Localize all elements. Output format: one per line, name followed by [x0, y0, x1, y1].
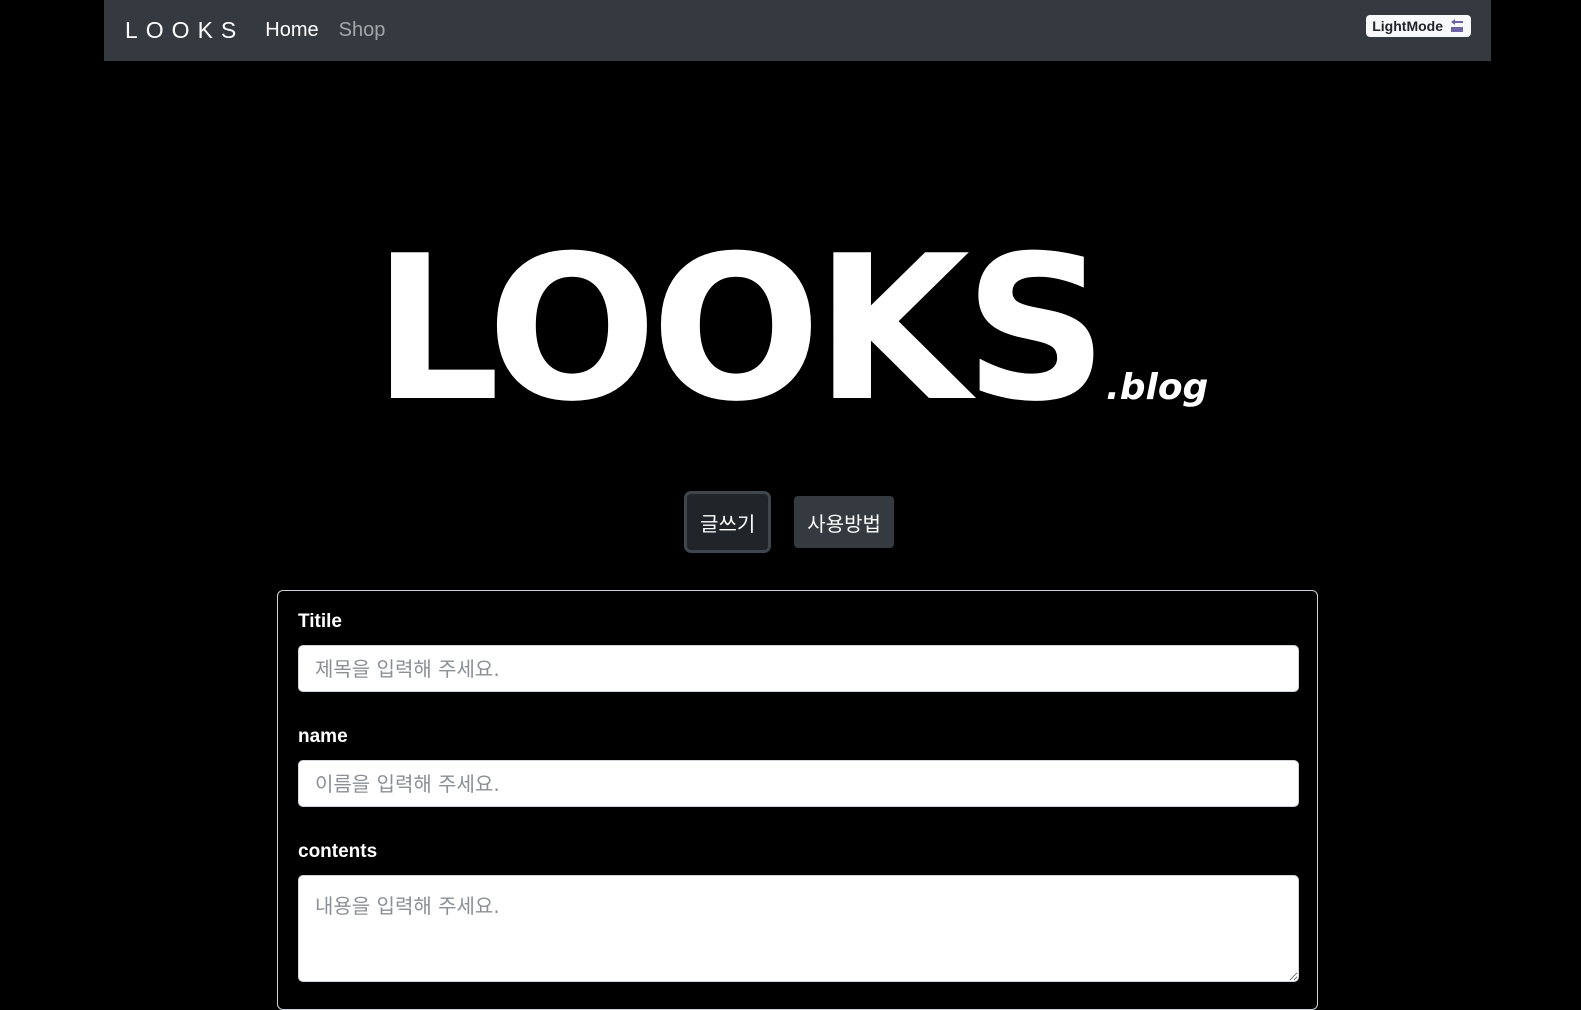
contents-textarea[interactable]	[298, 875, 1299, 982]
post-form: Titile name contents	[277, 590, 1318, 1010]
hero-logo-suffix: .blog	[1106, 367, 1209, 408]
nav-link-home[interactable]: Home	[265, 19, 318, 42]
title-label: Titile	[298, 611, 342, 632]
name-label: name	[298, 726, 348, 747]
hero-logo-section: LOOKS .blog	[0, 213, 1581, 446]
light-mode-label: LightMode	[1372, 18, 1443, 34]
title-input[interactable]	[298, 645, 1299, 692]
name-input[interactable]	[298, 760, 1299, 807]
usage-guide-button[interactable]: 사용방법	[794, 496, 894, 548]
top-navbar: LOOKS Home Shop LightMode	[104, 0, 1491, 61]
light-mode-toggle-button[interactable]: LightMode	[1366, 15, 1471, 37]
hero-logo-text: LOOKS	[372, 213, 1108, 446]
write-post-button[interactable]: 글쓰기	[687, 494, 769, 550]
contents-label: contents	[298, 841, 378, 862]
navbar-brand[interactable]: LOOKS	[125, 17, 244, 44]
mode-switch-icon	[1451, 19, 1463, 32]
action-buttons: 글쓰기 사용방법	[0, 494, 1581, 550]
nav-link-shop[interactable]: Shop	[339, 19, 386, 42]
